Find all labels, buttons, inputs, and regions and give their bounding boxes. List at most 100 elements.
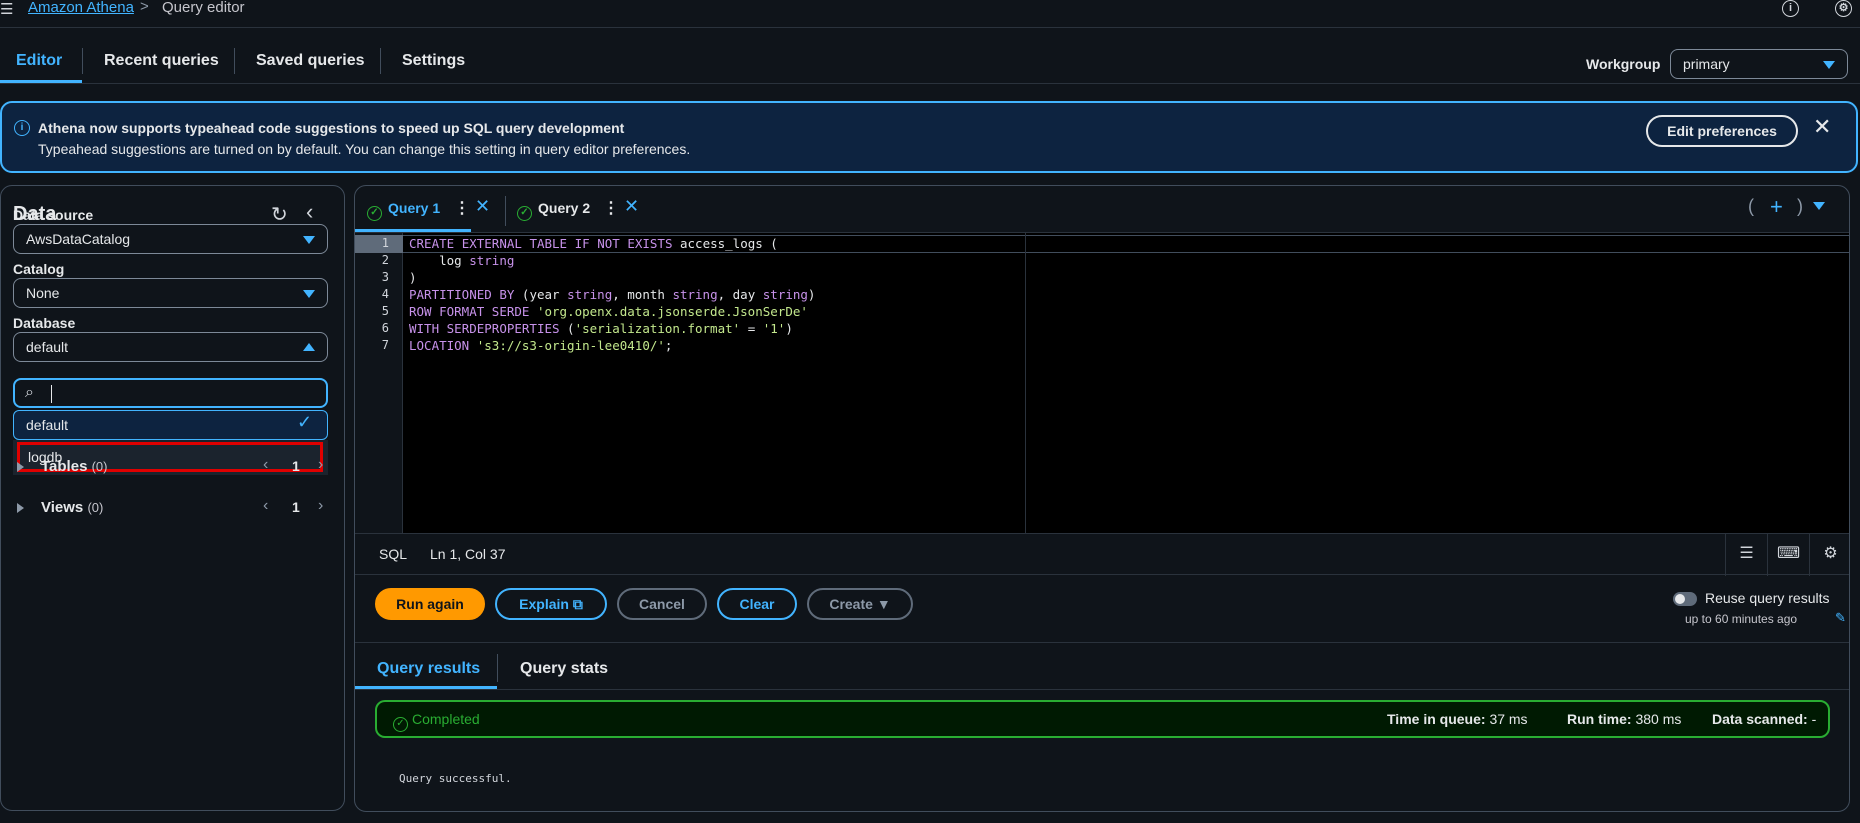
tables-page-number: 1 <box>292 458 300 474</box>
keyboard-icon[interactable]: ⌨ <box>1767 534 1809 576</box>
views-tree-row[interactable]: Views (0) ‹ 1 › <box>13 497 333 521</box>
caret-down-icon: ▼ <box>876 596 891 612</box>
banner-text: Typeahead suggestions are turned on by d… <box>38 141 691 157</box>
info-circle-icon: i <box>14 120 30 136</box>
status-completed: ✓ Completed <box>393 711 480 732</box>
query-editor-panel: ✓ Query 1 ⋮ ✕ ✓ Query 2 ⋮ ✕ ( + ) 1 2 3 4 … <box>354 185 1850 812</box>
tab-editor[interactable]: Editor <box>16 52 62 70</box>
data-source-select[interactable]: AwsDataCatalog <box>13 224 328 254</box>
language-label: SQL <box>379 546 408 562</box>
close-icon[interactable]: ✕ <box>1813 114 1831 140</box>
print-margin-ruler <box>1025 233 1026 533</box>
tabs-divider <box>0 83 1860 84</box>
chevron-left-icon[interactable]: ‹ <box>263 497 268 515</box>
results-tabs-divider <box>355 689 1849 690</box>
run-again-button[interactable]: Run again <box>375 588 485 620</box>
info-icon[interactable]: i <box>1782 0 1799 17</box>
close-tab-icon[interactable]: ✕ <box>475 196 490 217</box>
database-search-input[interactable] <box>51 385 311 403</box>
code-line-6: WITH SERDEPROPERTIES ('serialization.for… <box>409 321 793 336</box>
reuse-results-label: Reuse query results <box>1705 590 1830 606</box>
add-tab-icon[interactable]: + <box>1770 194 1783 220</box>
reuse-results-toggle[interactable] <box>1673 592 1697 606</box>
database-search: ⌕ <box>13 378 328 408</box>
data-source-label: Data source <box>13 207 94 223</box>
tab-divider <box>497 654 498 682</box>
explain-button[interactable]: Explain ⧉ <box>495 588 607 620</box>
data-scanned: Data scanned: - <box>1712 711 1817 727</box>
database-label: Database <box>13 315 76 331</box>
search-icon: ⌕ <box>25 384 34 401</box>
edit-pencil-icon[interactable]: ✎ <box>1835 610 1846 626</box>
code-line-4: PARTITIONED BY (year string, month strin… <box>409 287 816 302</box>
success-check-icon: ✓ <box>393 717 408 732</box>
caret-right-icon[interactable] <box>17 503 24 513</box>
database-select[interactable]: default <box>13 332 328 362</box>
code-editor[interactable]: 1 2 3 4 5 6 7 CREATE EXTERNAL TABLE IF N… <box>355 233 1849 533</box>
workgroup-value: primary <box>1683 56 1730 72</box>
banner-title: Athena now supports typeahead code sugge… <box>38 120 625 136</box>
workgroup-label: Workgroup <box>1586 56 1661 72</box>
breadcrumb-current: Query editor <box>162 0 245 16</box>
code-line-7: LOCATION 's3://s3-origin-lee0410/'; <box>409 338 673 353</box>
close-tab-icon[interactable]: ✕ <box>624 196 639 217</box>
close-paren: ) <box>1797 196 1803 216</box>
tab-query-stats[interactable]: Query stats <box>520 660 608 678</box>
tab-query-results[interactable]: Query results <box>377 660 480 678</box>
cancel-button[interactable]: Cancel <box>617 588 707 620</box>
edit-preferences-button[interactable]: Edit preferences <box>1646 115 1798 147</box>
catalog-select[interactable]: None <box>13 278 328 308</box>
query-tab-1[interactable]: ✓ Query 1 <box>367 200 440 221</box>
line-number: 5 <box>381 304 389 318</box>
success-check-icon: ✓ <box>517 206 532 221</box>
create-button[interactable]: Create ▼ <box>807 588 913 620</box>
code-line-3: ) <box>409 270 417 285</box>
data-panel: Data ↻ ‹ Data source AwsDataCatalog Cata… <box>0 185 345 811</box>
tab-divider <box>505 196 506 226</box>
chevron-down-icon <box>1823 61 1835 69</box>
caret-right-icon[interactable] <box>17 462 24 472</box>
tabs-dropdown-icon[interactable] <box>1813 202 1825 210</box>
settings-icon[interactable]: ⚙ <box>1809 534 1849 576</box>
tab-settings[interactable]: Settings <box>402 52 465 70</box>
line-number: 2 <box>381 253 389 267</box>
tab-recent-queries[interactable]: Recent queries <box>104 52 219 70</box>
workgroup-select[interactable]: primary <box>1670 49 1848 79</box>
breadcrumb-athena-link[interactable]: Amazon Athena <box>28 0 134 16</box>
settings-icon[interactable]: ⚙ <box>1835 0 1852 17</box>
reuse-results-subtext: up to 60 minutes ago <box>1685 612 1798 626</box>
chevron-right-icon[interactable]: › <box>318 497 323 515</box>
tab-divider <box>234 48 235 74</box>
line-number: 1 <box>381 236 389 250</box>
format-query-icon[interactable]: ☰ <box>1725 534 1767 576</box>
chevron-down-icon <box>303 236 315 244</box>
tables-tree-row[interactable]: Tables (0) ‹ 1 › <box>13 456 333 480</box>
clear-button[interactable]: Clear <box>717 588 797 620</box>
results-divider <box>355 642 1849 643</box>
toggle-knob <box>1675 594 1685 604</box>
line-number-gutter: 1 2 3 4 5 6 7 <box>355 233 403 533</box>
tab-saved-queries[interactable]: Saved queries <box>256 52 365 70</box>
cursor-position: Ln 1, Col 37 <box>430 546 506 562</box>
chevron-left-icon[interactable]: ‹ <box>306 199 313 225</box>
breadcrumb-separator: > <box>140 0 149 15</box>
open-paren: ( <box>1748 196 1754 216</box>
line-number: 4 <box>381 287 389 301</box>
data-source-value: AwsDataCatalog <box>26 231 131 247</box>
code-line-1: CREATE EXTERNAL TABLE IF NOT EXISTS acce… <box>409 236 778 251</box>
tab-menu-icon[interactable]: ⋮ <box>603 198 619 218</box>
time-in-queue: Time in queue: 37 ms <box>1387 711 1528 727</box>
views-page-number: 1 <box>292 499 300 515</box>
query-result-message: Query successful. <box>399 772 512 785</box>
chevron-right-icon[interactable]: › <box>318 456 323 474</box>
tab-menu-icon[interactable]: ⋮ <box>454 198 470 218</box>
database-option-default[interactable]: default ✓ <box>13 410 328 440</box>
line-number: 3 <box>381 270 389 284</box>
query-status-box: ✓ Completed Time in queue: 37 ms Run time… <box>375 700 1830 738</box>
line-number: 7 <box>381 338 389 352</box>
chevron-left-icon[interactable]: ‹ <box>263 456 268 474</box>
menu-icon[interactable]: ☰ <box>0 0 13 18</box>
tables-label: Tables (0) <box>41 458 108 475</box>
tab-divider <box>82 48 83 74</box>
query-tab-2[interactable]: ✓ Query 2 <box>517 200 590 221</box>
